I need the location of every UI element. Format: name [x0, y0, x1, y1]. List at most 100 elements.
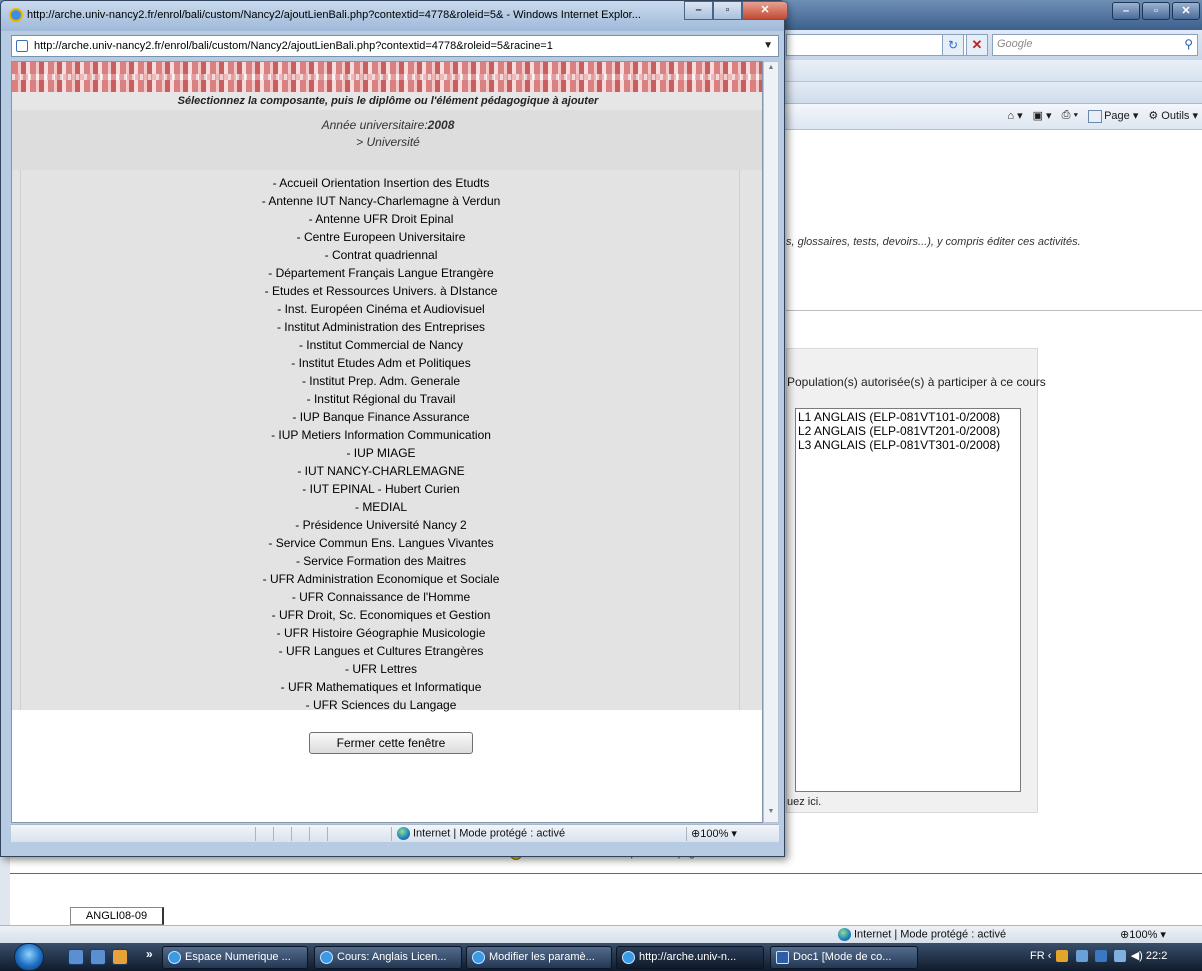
globe-icon — [397, 827, 410, 840]
component-link[interactable]: - Institut Commercial de Nancy — [21, 336, 741, 354]
chevron-left-icon[interactable]: ‹ — [1048, 950, 1052, 962]
component-link[interactable]: - Contrat quadriennal — [21, 246, 741, 264]
zoom-control[interactable]: ⊕100% ▾ — [691, 827, 737, 840]
tray-info-icon[interactable] — [1094, 950, 1107, 963]
start-button[interactable] — [14, 943, 44, 971]
breadcrumb[interactable]: > Université — [12, 135, 762, 149]
component-link[interactable]: - Institut Régional du Travail — [21, 390, 741, 408]
volume-icon[interactable]: ◀) — [1131, 950, 1143, 962]
popup-titlebar[interactable]: http://arche.univ-nancy2.fr/enrol/bali/c… — [1, 1, 788, 31]
population-listbox[interactable]: L1 ANGLAIS (ELP-081VT101-0/2008) L2 ANGL… — [795, 408, 1021, 792]
component-link[interactable]: - Service Formation des Maitres — [21, 552, 741, 570]
security-zone[interactable]: Internet | Mode protégé : activé — [838, 928, 1006, 941]
taskbar-item[interactable]: Modifier les paramè... — [466, 946, 612, 969]
population-option[interactable]: L1 ANGLAIS (ELP-081VT101-0/2008) — [798, 410, 1018, 424]
component-list: - Accueil Orientation Insertion des Etud… — [21, 174, 741, 714]
tray-app-icon[interactable] — [1075, 950, 1088, 963]
vertical-scrollbar[interactable]: ▲ ▼ — [763, 61, 779, 823]
year-section: Année universitaire:2008 > Université — [12, 110, 762, 170]
status-separator — [309, 827, 310, 841]
maximize-button[interactable]: ▫ — [713, 1, 742, 20]
component-link[interactable]: - UFR Administration Economique et Socia… — [21, 570, 741, 588]
ie-icon — [9, 8, 23, 22]
scroll-up-icon[interactable]: ▲ — [764, 64, 778, 76]
chevron-down-icon[interactable]: ▼ — [763, 40, 773, 51]
component-link[interactable]: - UFR Mathematiques et Informatique — [21, 678, 741, 696]
security-zone[interactable]: Internet | Mode protégé : activé — [397, 827, 565, 840]
component-link[interactable]: - Centre Europeen Universitaire — [21, 228, 741, 246]
component-link[interactable]: - Institut Administration des Entreprise… — [21, 318, 741, 336]
taskbar-item[interactable]: Doc1 [Mode de co... — [770, 946, 918, 969]
refresh-icon[interactable]: ↻ — [942, 34, 964, 56]
population-option[interactable]: L3 ANGLAIS (ELP-081VT301-0/2008) — [798, 438, 1018, 452]
component-link[interactable]: - Etudes et Ressources Univers. à DIstan… — [21, 282, 741, 300]
main-window-controls: – ▫ ✕ — [1112, 2, 1200, 20]
popup-status-bar: Internet | Mode protégé : activé ⊕100% ▾ — [11, 824, 779, 842]
gear-icon: ⚙ — [1148, 110, 1159, 122]
component-link[interactable]: - Antenne UFR Droit Epinal — [21, 210, 741, 228]
chevron-more-icon[interactable]: » — [146, 947, 153, 961]
zoom-control[interactable]: ⊕100% ▾ — [1120, 928, 1166, 941]
language-indicator[interactable]: FR — [1030, 950, 1045, 962]
component-link[interactable]: - Institut Etudes Adm et Politiques — [21, 354, 741, 372]
component-link[interactable]: - Présidence Université Nancy 2 — [21, 516, 741, 534]
component-link[interactable]: - UFR Droit, Sc. Economiques et Gestion — [21, 606, 741, 624]
close-button[interactable]: ✕ — [742, 1, 788, 20]
component-link[interactable]: - Service Commun Ens. Langues Vivantes — [21, 534, 741, 552]
search-placeholder: Google — [997, 38, 1033, 50]
component-link[interactable]: - IUP MIAGE — [21, 444, 741, 462]
component-link[interactable]: - UFR Histoire Géographie Musicologie — [21, 624, 741, 642]
show-desktop-icon[interactable] — [68, 949, 84, 965]
component-link[interactable]: - IUP Metiers Information Communication — [21, 426, 741, 444]
taskbar-item[interactable]: Cours: Anglais Licen... — [314, 946, 462, 969]
address-bar[interactable]: http://arche.univ-nancy2.fr/enrol/bali/c… — [11, 35, 779, 57]
ie-icon — [472, 951, 485, 964]
component-link[interactable]: - UFR Connaissance de l'Homme — [21, 588, 741, 606]
ie-icon[interactable] — [90, 949, 106, 965]
population-option[interactable]: L2 ANGLAIS (ELP-081VT201-0/2008) — [798, 424, 1018, 438]
component-link[interactable]: - Institut Prep. Adm. Generale — [21, 372, 741, 390]
media-icon[interactable] — [112, 949, 128, 965]
maximize-button[interactable]: ▫ — [1142, 2, 1170, 20]
scroll-down-icon[interactable]: ▼ — [764, 808, 778, 820]
component-link[interactable]: - UFR Sciences du Langage — [21, 696, 741, 714]
component-link[interactable]: - Accueil Orientation Insertion des Etud… — [21, 174, 741, 192]
tools-menu[interactable]: ⚙ Outils ▾ — [1148, 109, 1198, 123]
close-button[interactable]: ✕ — [1172, 2, 1200, 20]
stop-icon[interactable]: ✕ — [966, 34, 988, 56]
component-link[interactable]: - IUP Banque Finance Assurance — [21, 408, 741, 426]
taskbar: » Espace Numerique ... Cours: Anglais Li… — [0, 943, 1202, 971]
feeds-icon[interactable]: ▣ ▾ — [1033, 109, 1052, 123]
minimize-button[interactable]: – — [684, 1, 713, 20]
status-separator — [686, 827, 687, 841]
component-link[interactable]: - UFR Langues et Cultures Etrangères — [21, 642, 741, 660]
print-icon[interactable]: ⎙ ▾ — [1062, 109, 1078, 123]
search-input[interactable]: Google ⚲ — [992, 34, 1198, 56]
component-link[interactable]: - Inst. Européen Cinéma et Audiovisuel — [21, 300, 741, 318]
command-items: ⌂ ▾ ▣ ▾ ⎙ ▾ Page ▾ ⚙ Outils ▾ — [1007, 109, 1198, 123]
word-icon — [776, 951, 789, 964]
minimize-button[interactable]: – — [1112, 2, 1140, 20]
close-window-button[interactable]: Fermer cette fenêtre — [309, 732, 473, 754]
component-link[interactable]: - IUT NANCY-CHARLEMAGNE — [21, 462, 741, 480]
home-icon[interactable]: ⌂ ▾ — [1007, 109, 1022, 123]
divider — [786, 310, 1202, 311]
course-code[interactable]: ANGLI08-09 — [70, 907, 164, 925]
page-menu[interactable]: Page ▾ — [1088, 109, 1138, 123]
role-description: s, glossaires, tests, devoirs...), y com… — [786, 236, 1081, 248]
page-icon — [1088, 109, 1103, 123]
component-link[interactable]: - Département Français Langue Etrangère — [21, 264, 741, 282]
popup-title: http://arche.univ-nancy2.fr/enrol/bali/c… — [27, 9, 641, 21]
clock[interactable]: 22:2 — [1146, 950, 1167, 962]
component-link[interactable]: - Antenne IUT Nancy-Charlemagne à Verdun — [21, 192, 741, 210]
main-status-bar: Internet | Mode protégé : activé ⊕100% ▾ — [0, 925, 1202, 943]
tray-app-icon[interactable] — [1056, 950, 1069, 963]
component-link[interactable]: - IUT EPINAL - Hubert Curien — [21, 480, 741, 498]
network-icon[interactable] — [1113, 950, 1126, 963]
search-icon[interactable]: ⚲ — [1184, 37, 1193, 51]
component-link[interactable]: - UFR Lettres — [21, 660, 741, 678]
component-link[interactable]: - MEDIAL — [21, 498, 741, 516]
taskbar-item-active[interactable]: http://arche.univ-n... — [616, 946, 764, 969]
taskbar-item[interactable]: Espace Numerique ... — [162, 946, 308, 969]
zoom-icon: ⊕ — [1120, 929, 1130, 941]
